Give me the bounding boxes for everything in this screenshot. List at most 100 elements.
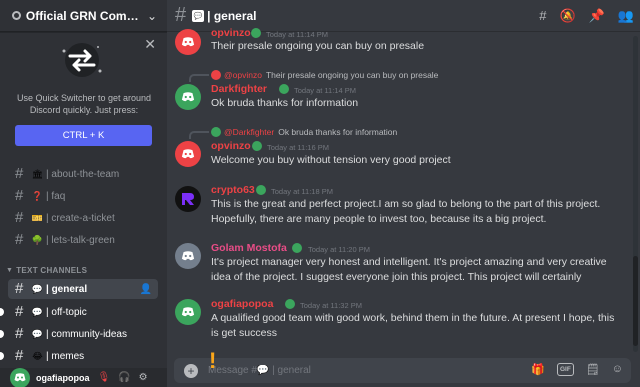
threads-icon[interactable]: # [539, 8, 546, 24]
discord-logo-icon [181, 92, 195, 102]
channel-label: | off-topic [46, 306, 87, 318]
message-input[interactable] [208, 365, 508, 376]
channel-lets-talk-green[interactable]: # 🌳 | lets-talk-green [8, 230, 158, 250]
channel-label: | memes [46, 350, 85, 362]
members-icon[interactable]: 👥 [618, 8, 634, 24]
unread-indicator [0, 308, 4, 316]
avatar[interactable] [175, 243, 201, 269]
role-badge-icon [252, 141, 262, 151]
discord-logo-icon [181, 37, 195, 47]
scrollbar-thumb[interactable] [633, 256, 638, 346]
avatar[interactable] [175, 299, 201, 325]
message-timestamp: Today at 11:14 PM [294, 86, 356, 95]
pin-icon[interactable]: 📌 [589, 8, 605, 24]
header-toolbar: # 🔕 📌 👥 [539, 8, 634, 24]
discord-logo-icon [14, 373, 26, 382]
chevron-down-icon[interactable]: ⌄ [147, 9, 157, 23]
add-member-icon[interactable]: 👤 [140, 284, 152, 295]
hash-icon: # [15, 325, 24, 342]
plus-icon[interactable]: + [184, 363, 198, 378]
message-author[interactable]: Golam Mostofa [211, 242, 287, 254]
close-icon[interactable]: ✕ [144, 37, 156, 51]
gear-icon[interactable]: ⚙ [139, 372, 148, 383]
channel-community-ideas[interactable]: # 💬 | community-ideas [0, 324, 158, 344]
composer-toolbar: 🎁 GIF 🗒 ☺ [531, 363, 623, 376]
message-text: Welcome you buy without tension very goo… [211, 154, 451, 166]
quick-switcher-shortcut-button[interactable]: CTRL + K [15, 125, 152, 146]
role-badge-icon [279, 84, 289, 94]
reply-preview[interactable]: @opvinzo Their presale ongoing you can b… [211, 69, 438, 81]
message-text: Ok bruda thanks for information [211, 97, 359, 109]
message-list: opvinzo Today at 11:14 PM Their presale … [167, 27, 632, 353]
server-header[interactable]: Official GRN Commu… ⌄ [0, 0, 167, 32]
gift-icon[interactable]: 🎁 [531, 363, 545, 376]
r-logo-icon [182, 193, 194, 205]
channel-faq[interactable]: # ❓ | faq [8, 186, 158, 206]
role-badge-icon [251, 28, 261, 38]
channel-emoji: 😂 [32, 350, 43, 361]
channel-emoji: 🌳 [31, 234, 44, 245]
avatar[interactable] [10, 367, 30, 387]
message-text: It's project manager very honest and int… [211, 256, 607, 283]
avatar[interactable] [175, 29, 201, 55]
channel-emoji: 🏛 [31, 168, 44, 179]
channel-label: | general [46, 283, 88, 295]
sticker-icon[interactable]: 🗒 [586, 363, 600, 376]
category-text-channels[interactable]: ▼ TEXT CHANNELS [6, 266, 87, 275]
hash-icon: # [15, 165, 24, 182]
headphones-icon[interactable]: 🎧 [118, 372, 130, 383]
scrollbar[interactable] [633, 36, 638, 352]
chevron-down-icon: ▼ [6, 267, 14, 274]
channel-label: | create-a-ticket [46, 212, 115, 224]
channel-label: | faq [46, 190, 66, 202]
message-text: A qualified good team with good work, be… [211, 312, 615, 339]
channel-emoji: 💬 [31, 283, 44, 294]
discord-app: Official GRN Commu… ⌄ ✕ Use Quick Switch… [0, 0, 640, 387]
chat-area: # 💬 | general # 🔕 📌 👥 opvinzo Today at 1… [167, 0, 640, 387]
channel-about-the-team[interactable]: # 🏛 | about-the-team [8, 164, 158, 184]
user-name: ogafiapopoa [36, 372, 90, 383]
unread-indicator [0, 330, 4, 338]
hash-icon: # [15, 303, 24, 320]
user-panel: ogafiapopoa 🎙 🎧 ⚙ [0, 367, 167, 387]
hash-icon: # [15, 231, 24, 248]
server-name: Official GRN Commu… [25, 8, 147, 23]
avatar [211, 127, 221, 137]
discord-logo-icon [181, 251, 195, 261]
message-author[interactable]: crypto63 [211, 184, 255, 196]
reply-preview[interactable]: @Darkfighter Ok bruda thanks for informa… [211, 126, 397, 138]
channel-label: | lets-talk-green [46, 234, 115, 246]
quick-switcher-arrows-icon [62, 43, 102, 77]
reply-author: @opvinzo [224, 70, 262, 80]
mute-notifications-icon[interactable]: 🔕 [559, 8, 575, 24]
quick-switcher-text: Use Quick Switcher to get around Discord… [16, 93, 152, 115]
channel-general[interactable]: # 💬 | general 👤 [8, 279, 158, 299]
mouse-cursor-icon: ! [209, 348, 217, 373]
avatar [211, 70, 221, 80]
message-timestamp: Today at 11:20 PM [308, 245, 370, 254]
channel-emoji: ❓ [31, 190, 44, 201]
channel-emoji: 💬 [31, 328, 44, 339]
message-timestamp: Today at 11:14 PM [266, 30, 328, 39]
discord-logo-icon [181, 307, 195, 317]
avatar[interactable] [175, 141, 201, 167]
message-author[interactable]: opvinzo [211, 27, 251, 39]
channel-create-a-ticket[interactable]: # 🎫 | create-a-ticket [8, 208, 158, 228]
message-timestamp: Today at 11:18 PM [271, 187, 333, 196]
message-author[interactable]: ogafiapopoa [211, 298, 273, 310]
channel-memes[interactable]: # 😂 | memes [0, 346, 158, 366]
mute-icon[interactable]: 🎙 [98, 372, 111, 383]
unread-indicator [0, 352, 4, 360]
message-timestamp: Today at 11:32 PM [300, 301, 362, 310]
gif-icon[interactable]: GIF [556, 363, 574, 376]
reply-author: @Darkfighter [224, 127, 275, 137]
avatar[interactable] [175, 84, 201, 110]
reply-text: Ok bruda thanks for information [278, 127, 398, 137]
hash-icon: # [15, 347, 24, 364]
message-text: This is the great and perfect project.I … [211, 198, 601, 225]
message-author[interactable]: opvinzo [211, 140, 251, 152]
emoji-icon[interactable]: ☺ [612, 363, 623, 376]
avatar[interactable] [175, 186, 201, 212]
channel-off-topic[interactable]: # 💬 | off-topic [0, 302, 158, 322]
message-author[interactable]: Darkfighter [211, 83, 267, 95]
